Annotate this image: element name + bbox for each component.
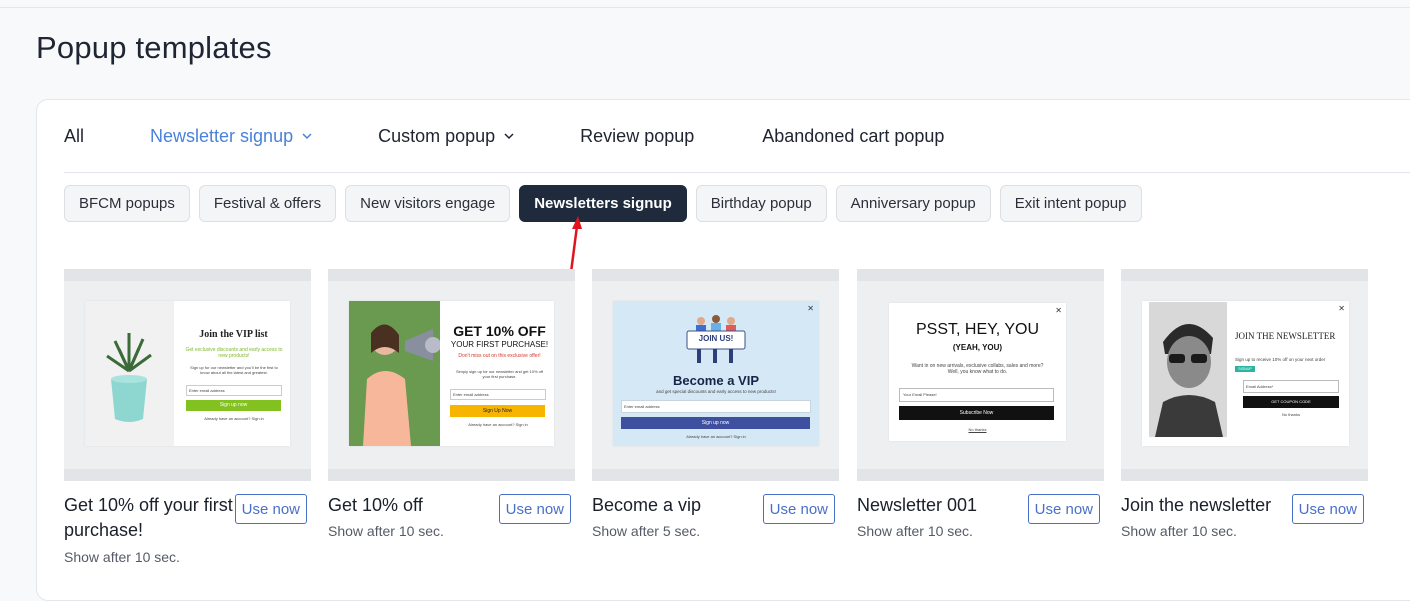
preview-body: Sign up for our newsletter and you'll be… [190,365,278,375]
template-preview[interactable]: ✕ PSST, HEY, YOU (YEAH, YOU) Want in on … [857,269,1104,481]
preview-highlight: Don't miss out on this exclusive offer! [458,353,541,359]
tab-newsletter-signup[interactable]: Newsletter signup [150,126,312,147]
template-name: Become a vip [592,495,702,515]
tabs-divider [64,172,1410,173]
template-subtitle: Show after 5 sec. [592,523,701,539]
preview-body: Sign up to receive 10% off on your next … [1235,357,1326,362]
template-subtitle: Show after 10 sec. [64,549,180,565]
template-preview[interactable]: GET 10% OFF YOUR FIRST PURCHASE! Don't m… [328,269,575,481]
tab-label: All [64,125,85,146]
preview-cta: Sign up now [621,417,810,429]
preview-footer: No thanks [1281,412,1300,417]
chip-anniversary-popup[interactable]: Anniversary popup [835,185,991,222]
tab-label: Custom popup [378,125,496,146]
popup-preview: GET 10% OFF YOUR FIRST PURCHASE! Don't m… [349,301,554,446]
preview-heading: Join the VIP list [199,329,268,340]
preview-code-badge: SIGNUP [1235,366,1255,372]
template-subtitle: Show after 10 sec. [328,523,444,539]
chip-exit-intent-popup[interactable]: Exit intent popup [999,185,1142,222]
preview-subheading: YOUR FIRST PURCHASE! [450,340,549,349]
preview-banner: JOIN US! [698,334,734,343]
preview-cta: Subscribe Now [899,406,1054,420]
preview-input: Enter email address [450,389,546,400]
tab-abandoned-cart-popup[interactable]: Abandoned cart popup [762,126,944,147]
preview-footer: No thanks [968,427,987,432]
man-portrait-image [1149,302,1227,437]
use-now-button[interactable]: Use now [1027,494,1100,524]
preview-footer: Already have an account? Sign in [468,422,528,427]
subcategory-chips: BFCM popups Festival & offers New visito… [64,185,1142,222]
preview-body: Want in on new arrivals, exclusive colla… [911,363,1044,375]
use-now-button[interactable]: Use now [762,494,835,524]
template-subtitle: Show after 10 sec. [857,523,973,539]
preview-input: Email Address* [1243,380,1339,393]
template-card: Join the VIP list Get exclusive discount… [64,269,311,565]
tab-all[interactable]: All [64,126,84,147]
template-subtitle: Show after 10 sec. [1121,523,1237,539]
template-name: Get 10% off your first purchase! [64,495,233,540]
tab-label: Newsletter signup [150,125,294,146]
chevron-down-icon [504,133,514,140]
use-now-button[interactable]: Use now [1291,494,1364,524]
chevron-down-icon [302,133,312,140]
preview-highlight: Get exclusive discounts and early access… [185,347,283,359]
template-preview[interactable]: Join the VIP list Get exclusive discount… [64,269,311,481]
preview-heading: Become a VIP [673,373,759,388]
preview-heading: GET 10% OFF [453,323,546,339]
preview-subheading: (YEAH, YOU) [952,343,1003,352]
preview-body: Simply sign up for our newsletter and ge… [455,369,544,379]
preview-footer: Already have an account? Sign in [204,416,264,421]
template-name: Newsletter 001 [857,495,978,515]
preview-input: Your Email Please! [899,388,1054,402]
plant-image [85,301,174,446]
popup-preview: Join the VIP list Get exclusive discount… [85,301,290,446]
close-icon: ✕ [807,304,814,313]
template-card: ✕ JOIN THE NEWSLETTER Sign up to receive… [1121,269,1368,539]
template-card: ✕ JOIN US! Become a VIP and get special … [592,269,839,539]
template-name: Join the newsletter [1121,495,1272,515]
preview-footer: Already have an account? Sign in [686,434,746,439]
chip-newsletters-signup[interactable]: Newsletters signup [519,185,687,222]
chip-birthday-popup[interactable]: Birthday popup [695,185,827,222]
template-card: GET 10% OFF YOUR FIRST PURCHASE! Don't m… [328,269,575,539]
template-preview[interactable]: ✕ JOIN US! Become a VIP and get special … [592,269,839,481]
preview-cta: Sign up now [186,400,281,411]
tab-label: Review popup [580,125,695,146]
preview-heading: JOIN THE NEWSLETTER [1235,331,1336,341]
template-card: ✕ PSST, HEY, YOU (YEAH, YOU) Want in on … [857,269,1104,539]
popup-preview: ✕ PSST, HEY, YOU (YEAH, YOU) Want in on … [889,303,1066,441]
tab-review-popup[interactable]: Review popup [580,126,694,147]
preview-input: Enter email address [621,400,811,413]
popup-preview: ✕ JOIN THE NEWSLETTER Sign up to receive… [1142,301,1349,446]
close-icon: ✕ [1055,306,1062,315]
woman-megaphone-image [349,301,441,446]
template-name: Get 10% off [328,495,423,515]
tab-custom-popup[interactable]: Custom popup [378,126,514,147]
popup-preview: ✕ JOIN US! Become a VIP and get special … [613,301,819,446]
use-now-button[interactable]: Use now [234,494,307,524]
chip-bfcm-popups[interactable]: BFCM popups [64,185,190,222]
preview-cta: Sign Up Now [450,405,545,417]
page-title: Popup templates [36,30,272,65]
preview-heading: PSST, HEY, YOU [915,321,1039,338]
close-icon: ✕ [1338,304,1345,313]
chip-new-visitors-engage[interactable]: New visitors engage [345,185,511,222]
chip-festival-offers[interactable]: Festival & offers [198,185,337,222]
tab-label: Abandoned cart popup [762,125,945,146]
preview-body: and get special discounts and early acce… [656,389,776,394]
use-now-button[interactable]: Use now [498,494,571,524]
preview-input: Enter email address [186,385,282,396]
template-preview[interactable]: ✕ JOIN THE NEWSLETTER Sign up to receive… [1121,269,1368,481]
preview-cta: GET COUPON CODE [1243,396,1339,408]
top-divider [0,7,1410,8]
category-tabs: All Newsletter signup Custom popup Revie… [64,118,944,154]
